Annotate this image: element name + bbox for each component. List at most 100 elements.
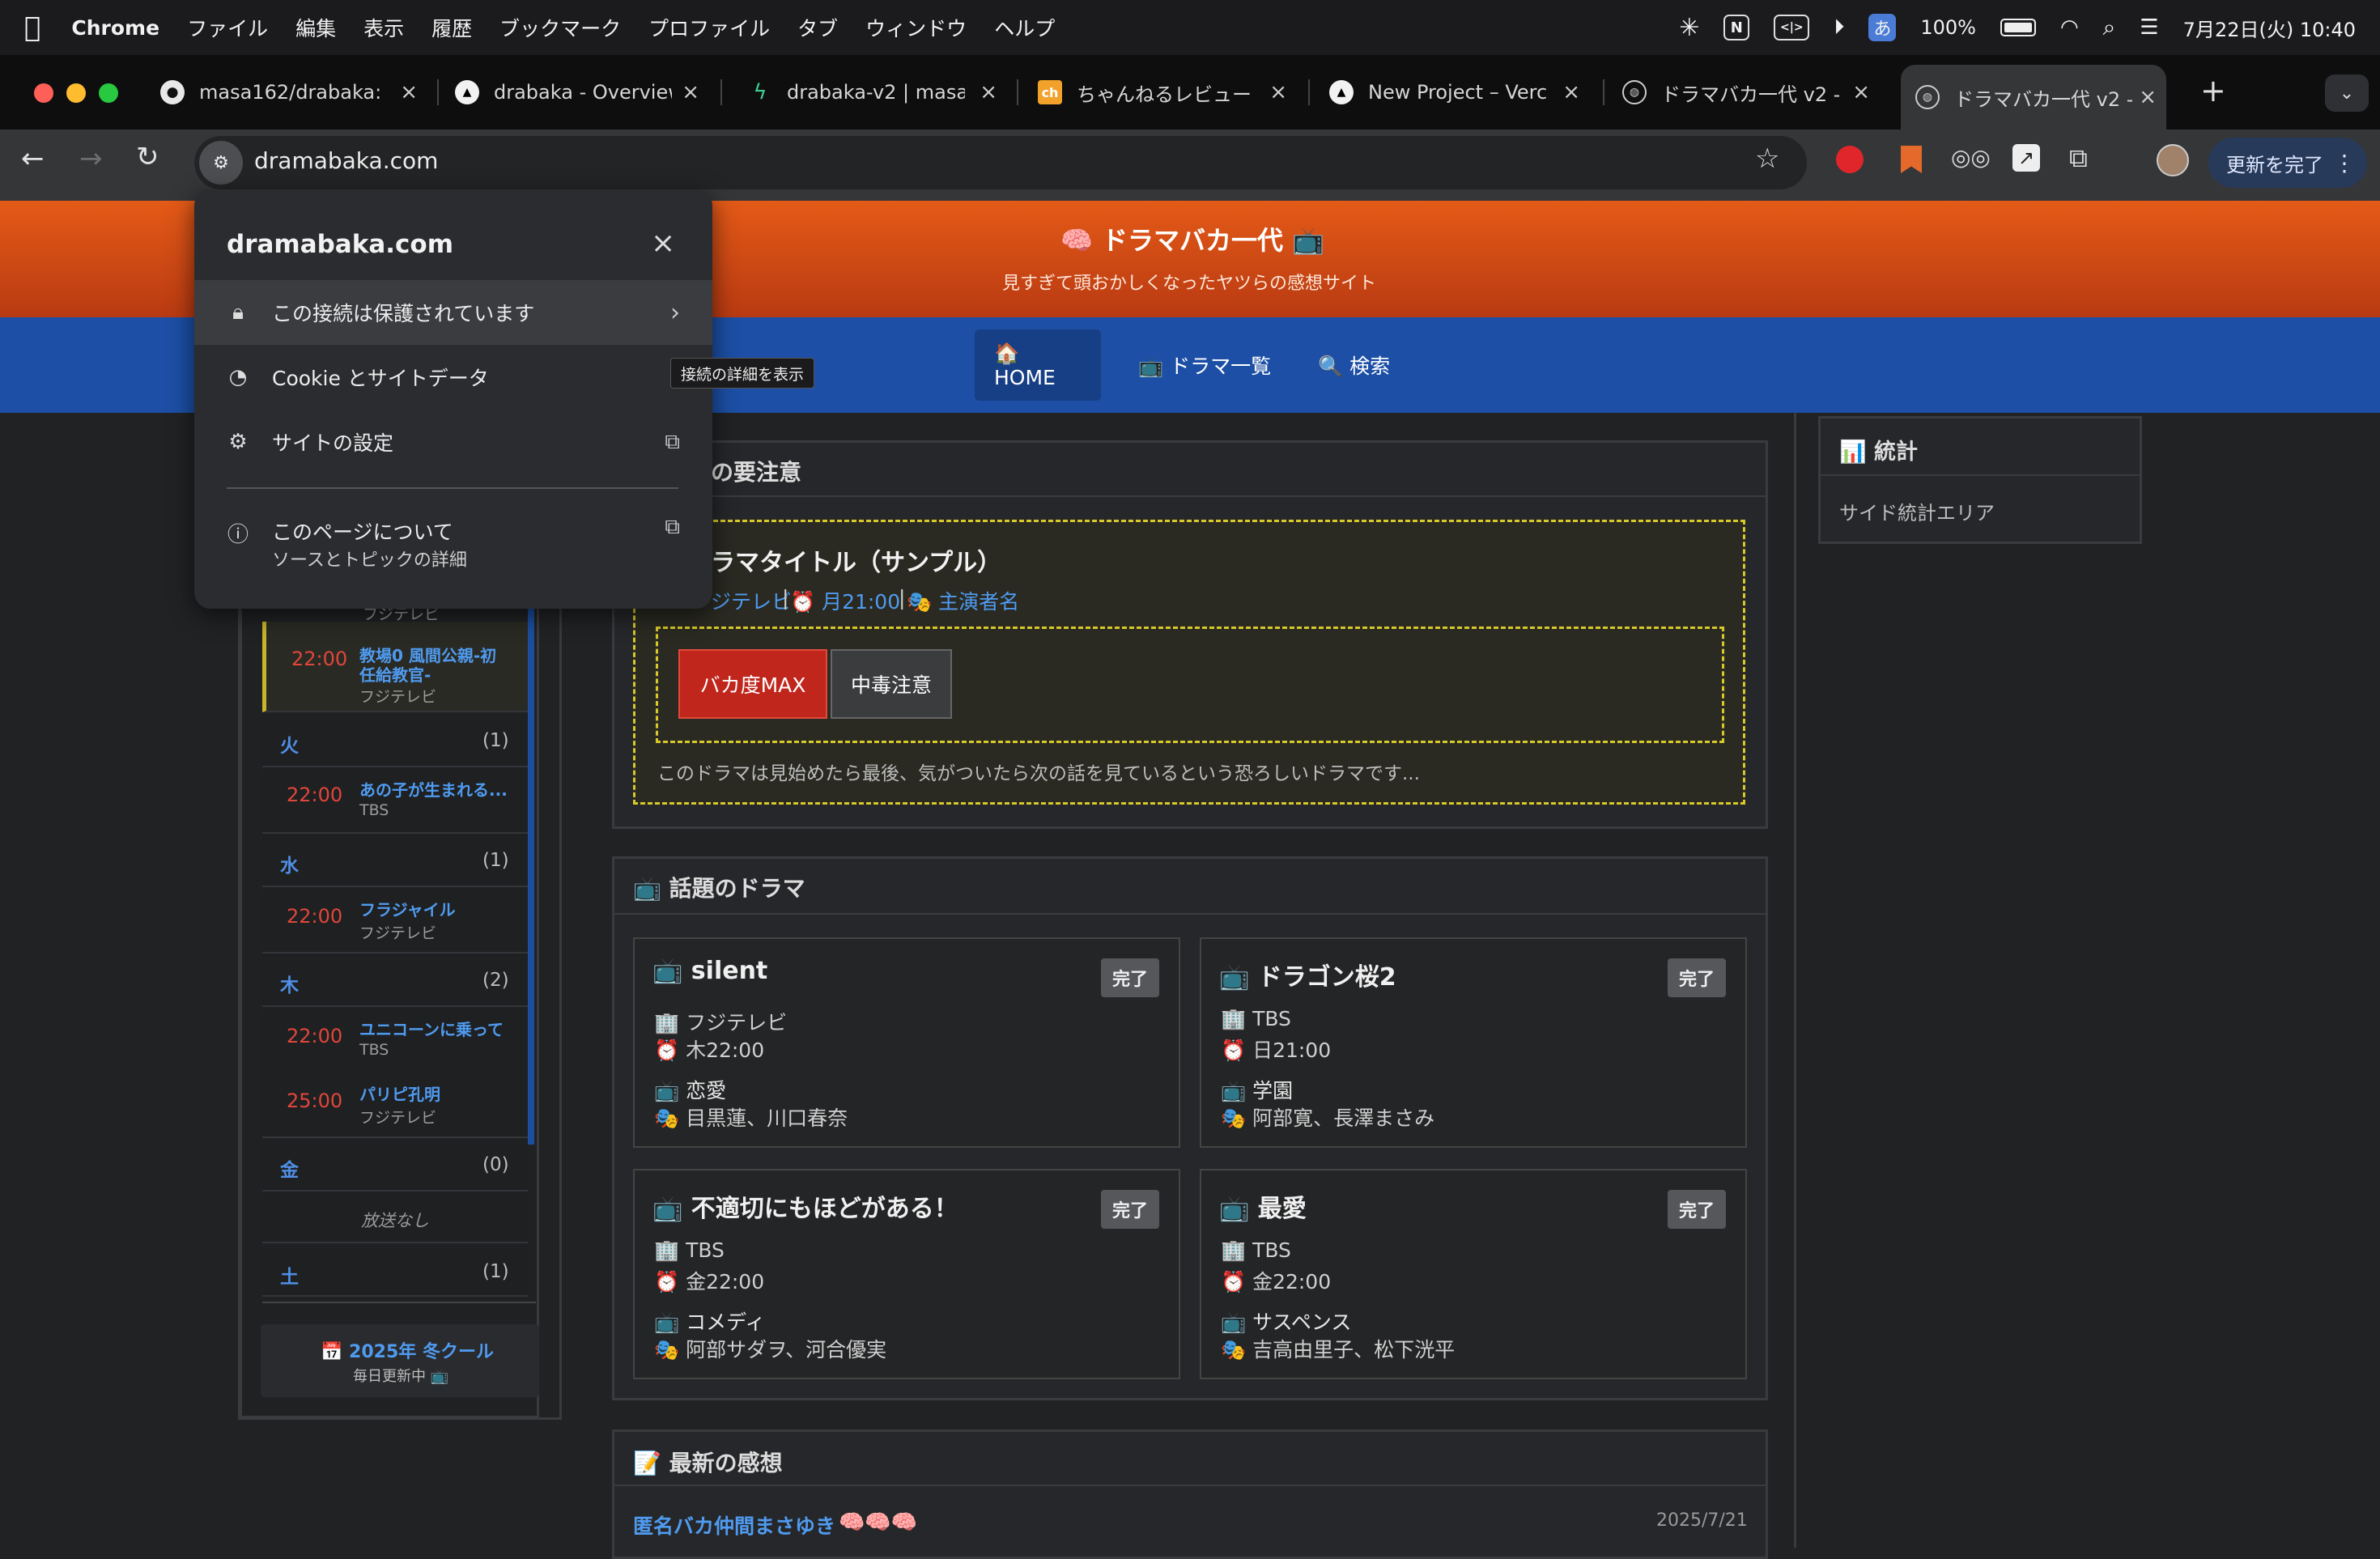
- close-tab-icon[interactable]: ×: [682, 80, 699, 104]
- status-badge: 完了: [1667, 1190, 1726, 1229]
- connection-secure-row[interactable]: 🔒︎ この接続は保護されています ›: [194, 280, 712, 345]
- show-title[interactable]: あの子が生まれる...: [359, 780, 508, 800]
- menu-history[interactable]: 履歴: [431, 13, 472, 42]
- latest-panel-divider: [614, 1485, 1766, 1486]
- menu-app-name[interactable]: Chrome: [71, 16, 159, 40]
- drama-title[interactable]: 📺 不適切にもほどがある！: [652, 1188, 958, 1224]
- supabase-icon: ϟ: [753, 80, 767, 104]
- menu-view[interactable]: 表示: [363, 13, 404, 42]
- notion-icon[interactable]: N: [1723, 15, 1750, 40]
- perplexity-icon[interactable]: ✳: [1679, 14, 1699, 42]
- site-settings-row[interactable]: ⚙ サイトの設定 ⧉: [194, 410, 712, 474]
- cookie-icon: ◔: [228, 365, 248, 389]
- input-method-icon[interactable]: あ: [1868, 14, 1897, 41]
- drama-card-silent[interactable]: 📺 silent 完了 🏢 フジテレビ ⏰ 木22:00 📺 恋愛 🎭 目黒蓮、…: [633, 937, 1180, 1148]
- extension-red-icon[interactable]: [1836, 146, 1864, 173]
- drama-genre: 📺 恋愛: [654, 1079, 727, 1102]
- wifi-icon[interactable]: ◠: [2060, 15, 2079, 40]
- menu-bookmarks[interactable]: ブックマーク: [499, 13, 621, 42]
- tab-title: masa162/drabaka: c: [199, 81, 385, 104]
- drama-card-futekisetsu[interactable]: 📺 不適切にもほどがある！ 完了 🏢 TBS ⏰ 金22:00 📺 コメディ 🎭…: [633, 1169, 1180, 1379]
- tab-github[interactable]: ● masa162/drabaka: c ×: [160, 71, 427, 113]
- menu-tab[interactable]: タブ: [797, 13, 838, 42]
- show-title[interactable]: パリピ孔明: [359, 1085, 440, 1104]
- warning-drama-title[interactable]: ラマタイトル（サンプル）: [711, 542, 1001, 578]
- close-tab-icon[interactable]: ×: [400, 80, 418, 104]
- tab-separator: [1308, 79, 1310, 105]
- warning-time: ⏰ 月21:00: [790, 590, 901, 614]
- latest-heading: 📝 最新の感想: [633, 1450, 783, 1476]
- drama-genre: 📺 サスペンス: [1221, 1310, 1352, 1334]
- back-button[interactable]: ←: [21, 142, 45, 175]
- tab-supabase[interactable]: ϟ drabaka-v2 | masa1 ×: [748, 71, 1007, 113]
- new-tab-button[interactable]: +: [2200, 73, 2226, 108]
- gear-icon: ⚙: [228, 430, 248, 454]
- cookies-row[interactable]: ◔ Cookie とサイトデータ ›: [194, 345, 712, 410]
- tag-addiction-warning[interactable]: 中毒注意: [831, 649, 952, 719]
- close-tab-icon[interactable]: ×: [2139, 85, 2157, 109]
- about-page-row[interactable]: ⓘ このページについて ソースとトピックの詳細 ⧉: [194, 499, 712, 588]
- zoom-window-button[interactable]: [99, 83, 118, 103]
- update-chrome-button[interactable]: 更新を完了 ⋮: [2208, 138, 2367, 188]
- drama-card-saiai[interactable]: 📺 最愛 完了 🏢 TBS ⏰ 金22:00 📺 サスペンス 🎭 吉高由里子、松…: [1200, 1169, 1747, 1379]
- show-station: TBS: [359, 1041, 389, 1059]
- tab-dramabaka-1[interactable]: ◍ ドラマバカ一代 v2 - ×: [1622, 71, 1880, 113]
- drama-station: 🏢 TBS: [654, 1238, 725, 1262]
- nav-drama-list[interactable]: 📺 ドラマ一覧: [1119, 329, 1290, 401]
- drama-card-dragon[interactable]: 📺 ドラゴン桜2 完了 🏢 TBS ⏰ 日21:00 📺 学園 🎭 阿部寛、長澤…: [1200, 937, 1747, 1148]
- more-menu-icon[interactable]: ⋮: [2333, 150, 2356, 176]
- play-icon[interactable]: ⏵: [1834, 15, 1844, 40]
- screen-capture-icon[interactable]: <|>: [1774, 15, 1810, 40]
- menu-window[interactable]: ウィンドウ: [865, 13, 967, 42]
- tab-dramabaka-active[interactable]: ◍ ドラマバカ一代 v2 - ×: [1901, 65, 2166, 130]
- season-title[interactable]: 📅 2025年 冬クール: [321, 1337, 494, 1363]
- minimize-window-button[interactable]: [66, 83, 86, 103]
- tab-vercel-overview[interactable]: ▲ drabaka - Overview ×: [455, 71, 709, 113]
- tab-search-button[interactable]: ⌄: [2325, 74, 2369, 112]
- tab-channel-review[interactable]: ch ちゃんねるレビュー - ×: [1038, 71, 1297, 113]
- close-tab-icon[interactable]: ×: [1852, 80, 1870, 104]
- forward-button[interactable]: →: [79, 142, 103, 175]
- menu-help[interactable]: ヘルプ: [994, 13, 1055, 42]
- extensions-puzzle-icon[interactable]: ⧉: [2069, 142, 2088, 174]
- drama-title[interactable]: 📺 ドラゴン桜2: [1219, 957, 1396, 992]
- menu-profile[interactable]: プロファイル: [648, 13, 770, 42]
- drama-title[interactable]: 📺 最愛: [1219, 1188, 1307, 1224]
- schedule-list-end: [262, 1302, 536, 1305]
- nav-search[interactable]: 🔍 検索: [1298, 329, 1409, 401]
- bookmark-star-icon[interactable]: ☆: [1755, 142, 1779, 175]
- spotlight-icon[interactable]: ⌕: [2103, 14, 2116, 41]
- review-brain-rating: 🧠🧠🧠: [839, 1510, 918, 1535]
- apple-icon[interactable]: : [24, 11, 40, 44]
- nav-home[interactable]: 🏠 HOME: [975, 329, 1101, 401]
- warning-sep: |: [899, 586, 906, 610]
- popup-close-icon[interactable]: ×: [651, 227, 675, 260]
- extension-glasses-icon[interactable]: ◎◎: [1951, 144, 1991, 171]
- show-title[interactable]: ユニコーンに乗って: [359, 1020, 504, 1039]
- menubar-status-area: ✳ N <|> ⏵ あ 100% ◠ ⌕ ☰ 7月22日(火) 10:40: [1679, 0, 2356, 55]
- drama-title[interactable]: 📺 silent: [652, 957, 767, 985]
- warning-panel-divider: [614, 495, 1766, 497]
- menu-file[interactable]: ファイル: [187, 13, 268, 42]
- close-tab-icon[interactable]: ×: [980, 80, 997, 104]
- site-info-button[interactable]: ⚙: [199, 141, 243, 185]
- close-tab-icon[interactable]: ×: [1562, 80, 1580, 104]
- close-tab-icon[interactable]: ×: [1269, 80, 1287, 104]
- show-title-cont[interactable]: 任給教官-: [359, 665, 431, 685]
- show-title[interactable]: フラジャイル: [359, 900, 456, 920]
- menubar-clock[interactable]: 7月22日(火) 10:40: [2183, 14, 2356, 42]
- close-window-button[interactable]: [34, 83, 53, 103]
- tab-vercel-new-project[interactable]: ▲ New Project – Verc ×: [1329, 71, 1590, 113]
- review-author[interactable]: 匿名バカ仲間まさゆき: [633, 1510, 835, 1540]
- site-title[interactable]: 🧠 ドラマバカ一代 📺: [1060, 220, 1324, 257]
- show-title[interactable]: 教場0 風間公親-初: [359, 646, 496, 665]
- extension-arrow-icon[interactable]: ↗: [2012, 144, 2040, 172]
- profile-avatar[interactable]: [2157, 144, 2189, 176]
- control-center-icon[interactable]: ☰: [2140, 15, 2158, 40]
- url-text[interactable]: dramabaka.com: [254, 147, 438, 174]
- battery-icon[interactable]: [2000, 19, 2036, 36]
- site-info-popup: dramabaka.com × 🔒︎ この接続は保護されています › ◔ Coo…: [194, 189, 712, 609]
- menu-edit[interactable]: 編集: [295, 13, 336, 42]
- reload-button[interactable]: ↻: [136, 141, 159, 173]
- tag-baka-max[interactable]: バカ度MAX: [678, 649, 827, 719]
